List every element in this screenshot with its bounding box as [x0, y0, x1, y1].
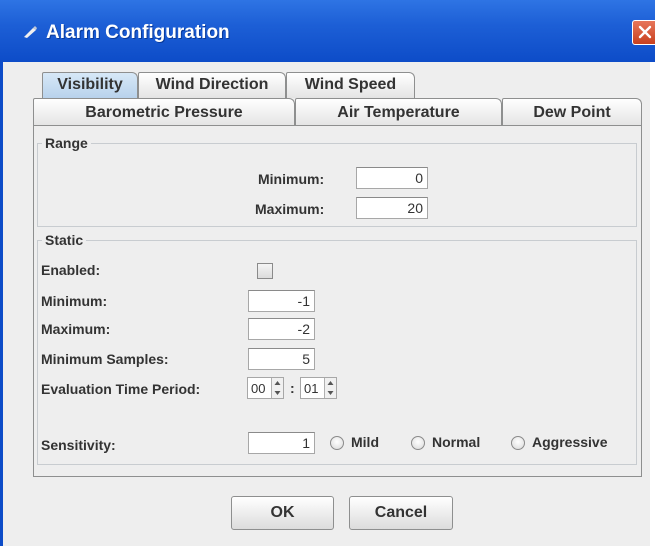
- tab-wind-speed[interactable]: Wind Speed: [286, 72, 415, 98]
- static-maximum-input[interactable]: -2: [248, 318, 315, 340]
- static-legend: Static: [42, 232, 87, 248]
- tab-label: Barometric Pressure: [85, 104, 243, 121]
- tab-label: Dew Point: [533, 104, 611, 121]
- static-maximum-label: Maximum:: [41, 321, 111, 337]
- evaluation-minutes-value: 01: [304, 381, 319, 396]
- minimum-samples-input[interactable]: 5: [248, 348, 315, 370]
- tab-label: Wind Speed: [304, 76, 397, 93]
- range-maximum-input[interactable]: 20: [356, 197, 428, 219]
- radio-aggressive[interactable]: [511, 436, 525, 450]
- enabled-label: Enabled:: [41, 262, 101, 278]
- spinner-arrows-icon[interactable]: [271, 378, 283, 398]
- sensitivity-label: Sensitivity:: [41, 437, 116, 453]
- range-minimum-label: Minimum:: [258, 171, 325, 187]
- enabled-checkbox[interactable]: [257, 263, 273, 279]
- radio-normal-label: Normal: [432, 434, 481, 450]
- minimum-samples-label: Minimum Samples:: [41, 351, 169, 367]
- cancel-button[interactable]: Cancel: [349, 496, 453, 530]
- tab-visibility[interactable]: Visibility: [42, 72, 138, 98]
- static-minimum-label: Minimum:: [41, 293, 108, 309]
- window-title: Alarm Configuration: [46, 22, 230, 43]
- time-separator: :: [290, 380, 295, 396]
- range-maximum-label: Maximum:: [255, 201, 325, 217]
- sensitivity-input[interactable]: 1: [248, 432, 315, 454]
- ok-button[interactable]: OK: [231, 496, 334, 530]
- radio-mild[interactable]: [330, 436, 344, 450]
- radio-mild-label: Mild: [351, 434, 379, 450]
- evaluation-period-label: Evaluation Time Period:: [41, 381, 201, 397]
- tab-barometric-pressure[interactable]: Barometric Pressure: [33, 98, 295, 126]
- range-minimum-input[interactable]: 0: [356, 167, 428, 189]
- static-minimum-input[interactable]: -1: [248, 290, 315, 312]
- tab-dew-point[interactable]: Dew Point: [502, 98, 642, 126]
- radio-aggressive-label: Aggressive: [532, 434, 608, 450]
- evaluation-hours-spinner[interactable]: 00: [247, 377, 284, 399]
- spinner-arrows-icon[interactable]: [324, 378, 336, 398]
- title-bar[interactable]: Alarm Configuration: [0, 0, 655, 62]
- range-legend: Range: [42, 135, 91, 151]
- pen-icon: [22, 24, 38, 38]
- range-group: [37, 143, 637, 227]
- evaluation-minutes-spinner[interactable]: 01: [300, 377, 337, 399]
- tab-label: Wind Direction: [155, 76, 269, 93]
- close-button[interactable]: [632, 20, 655, 45]
- tab-label: Visibility: [57, 76, 123, 93]
- tab-wind-direction[interactable]: Wind Direction: [138, 72, 286, 98]
- evaluation-hours-value: 00: [251, 381, 266, 396]
- tab-air-temperature[interactable]: Air Temperature: [295, 98, 502, 126]
- tab-label: Air Temperature: [337, 104, 460, 121]
- radio-normal[interactable]: [411, 436, 425, 450]
